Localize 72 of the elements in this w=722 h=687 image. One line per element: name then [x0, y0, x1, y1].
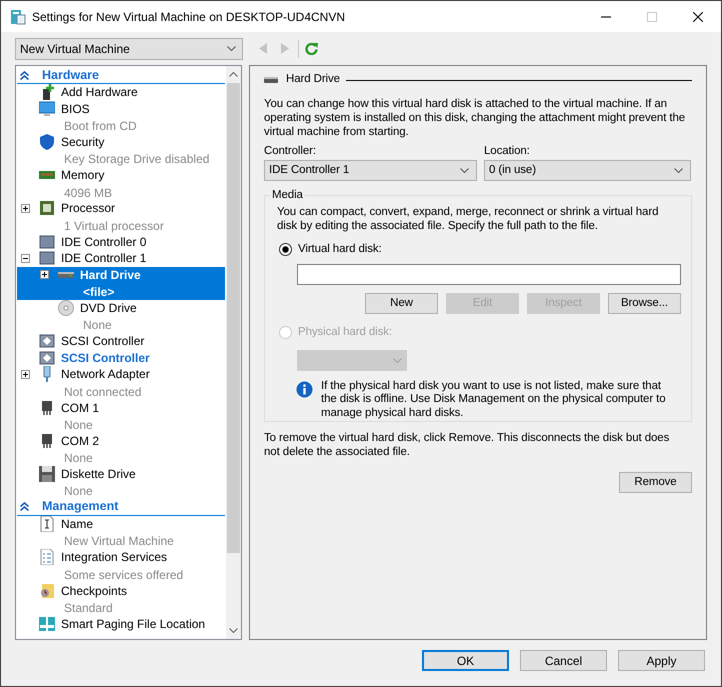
radio-button[interactable] — [279, 243, 292, 256]
tree-item[interactable]: Memory 4096 MB — [17, 166, 225, 200]
tree-item[interactable]: Integration Services Some services offered — [17, 549, 225, 582]
tree-item[interactable]: SCSI Controller — [17, 350, 225, 366]
disc-icon — [58, 300, 74, 316]
tree-item[interactable]: Smart Paging File Location — [17, 615, 225, 632]
section-header[interactable]: Hardware — [17, 67, 225, 84]
chip-icon — [39, 200, 55, 216]
field-label: Controller: — [264, 144, 317, 158]
tree-item[interactable]: IDE Controller 0 — [17, 233, 225, 250]
tree-item[interactable]: DVD Drive None — [17, 300, 225, 333]
checklist-icon — [39, 549, 55, 566]
text-cursor-icon — [39, 516, 55, 532]
scroll-down-icon — [229, 628, 238, 633]
tree-item[interactable]: Name New Virtual Machine — [17, 516, 225, 550]
location-dropdown[interactable]: 0 (in use) — [484, 160, 691, 181]
tree-item[interactable]: Network Adapter Not connected — [17, 366, 225, 400]
section-title: Hard Drive — [286, 72, 340, 88]
tree-item[interactable]: IDE Controller 1 — [17, 250, 225, 267]
tree-item[interactable]: SCSI Controller — [17, 332, 225, 350]
section-header[interactable]: Management — [17, 498, 225, 516]
radio-label: Virtual hard disk: — [298, 242, 382, 257]
controller-dropdown[interactable]: IDE Controller 1 — [264, 160, 477, 181]
controller-icon — [39, 250, 55, 266]
field-label: Location: — [484, 144, 531, 158]
controller-icon — [39, 350, 55, 366]
remove-button[interactable]: Remove — [619, 472, 692, 493]
refresh-icon[interactable] — [305, 42, 318, 55]
tree-item[interactable]: Hard Drive <file> — [17, 266, 225, 300]
shield-icon — [39, 134, 55, 150]
expand-icon[interactable] — [40, 270, 49, 280]
chevron-down-icon — [393, 358, 402, 362]
monitor-icon — [39, 100, 55, 117]
tree-item[interactable]: Processor 1 Virtual processor — [17, 200, 225, 234]
dialog-button[interactable]: OK — [422, 650, 509, 671]
tree-item[interactable]: Diskette Drive None — [17, 466, 225, 499]
chevron-down-icon — [460, 168, 469, 173]
chevron-down-icon — [674, 168, 683, 173]
collapse-icon[interactable] — [21, 254, 30, 263]
expand-icon[interactable] — [21, 204, 30, 213]
folder-icon — [39, 582, 55, 599]
tree-item[interactable]: Security Key Storage Drive disabled — [17, 134, 225, 167]
serial-port-icon — [39, 432, 55, 449]
expand-icon[interactable] — [21, 370, 30, 379]
dialog-button[interactable]: Browse... — [608, 293, 681, 314]
scrollbar[interactable] — [226, 66, 241, 639]
serial-port-icon — [39, 400, 55, 416]
tree-item[interactable]: Add Hardware — [17, 84, 225, 101]
scroll-up-icon — [229, 72, 238, 77]
dialog-button[interactable]: Apply — [618, 650, 705, 671]
tree-item[interactable]: Checkpoints Standard — [17, 582, 225, 616]
vm-dropdown[interactable]: New Virtual Machine — [15, 38, 243, 60]
chevron-down-icon — [227, 46, 236, 51]
window-title: Settings for New Virtual Machine on DESKTOP-UD4CNVN — [32, 8, 346, 26]
app-icon — [10, 8, 26, 24]
drive-icon — [264, 77, 278, 83]
close-icon[interactable] — [693, 12, 703, 22]
tree-item[interactable]: COM 1 None — [17, 399, 225, 432]
radio-label: Physical hard disk: — [298, 325, 392, 340]
paging-icon — [39, 616, 55, 632]
controller-icon — [39, 333, 55, 350]
description-text: You can change how this virtual hard disk is attached to the virtual machine. If an operating system is installed on this disk, changing the attachment might prevent the virtual machine from starting. — [264, 97, 686, 139]
info-icon — [296, 380, 313, 398]
tree-item[interactable]: COM 2 None — [17, 432, 225, 466]
description-text: You can compact, convert, expand, merge, reconnect or shrink a virtual hard disk by editing the associated file. Specify the full path to the file. — [277, 205, 660, 233]
path-field[interactable] — [297, 264, 681, 286]
info-text: If the physical hard disk you want to use is not listed, make sure that the disk is offline. Use Disk Management on the physical computer to manage physical hard disks. — [321, 380, 667, 420]
dialog-button[interactable]: New — [365, 293, 438, 314]
controller-icon — [39, 234, 55, 250]
tree-item[interactable]: BIOS Boot from CD — [17, 100, 225, 134]
dialog-button[interactable]: Cancel — [520, 650, 607, 671]
description-text: To remove the virtual hard disk, click Remove. This disconnects the disk but does not delete the associated file. — [264, 432, 670, 459]
